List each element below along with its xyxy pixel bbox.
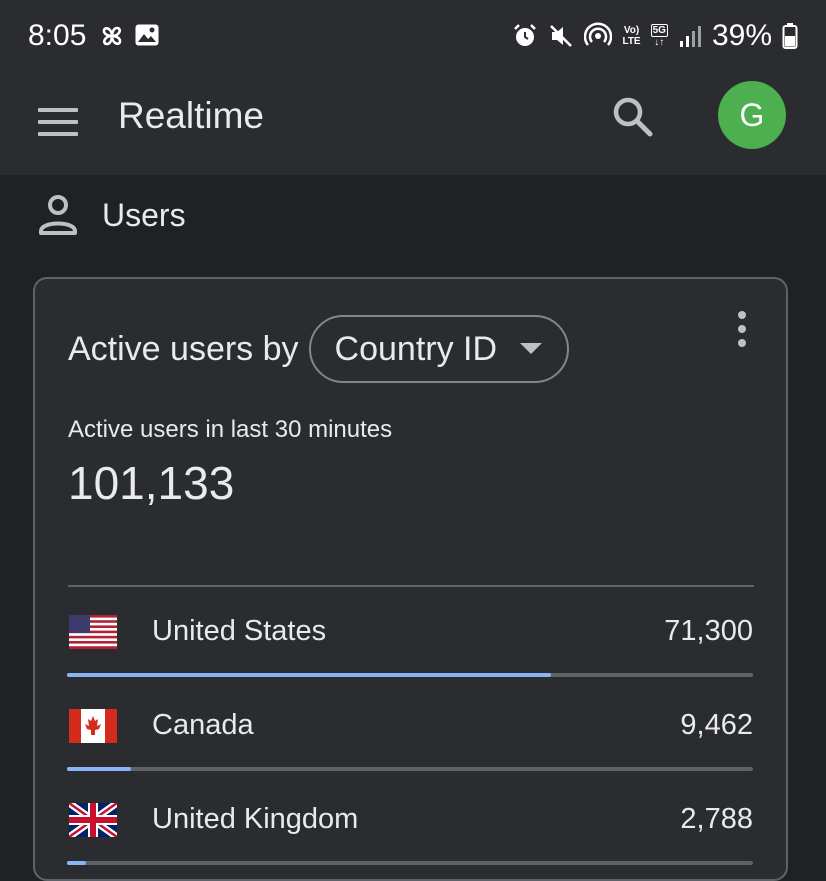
- signal-icon: [679, 26, 701, 47]
- mute-icon: [550, 25, 573, 47]
- country-value: 2,788: [680, 803, 753, 835]
- battery-percent: 39%: [711, 19, 772, 52]
- person-icon: [39, 195, 77, 235]
- volte-label: Vo): [623, 25, 640, 36]
- canada-flag-icon: [69, 709, 117, 743]
- more-options-icon[interactable]: [732, 309, 752, 349]
- status-time: 8:05: [28, 19, 87, 52]
- uk-flag-icon: [69, 803, 117, 837]
- share-bar-fill: [67, 767, 132, 771]
- section-title: Users: [102, 197, 186, 233]
- menu-icon[interactable]: [38, 102, 78, 142]
- status-right-icons: Vo) LTE 5G ↓↑ 39%: [512, 18, 798, 54]
- us-flag-icon: [69, 615, 117, 649]
- caret-down-icon: [520, 343, 543, 354]
- share-bar-fill: [67, 673, 551, 677]
- lte-label: LTE: [622, 36, 641, 47]
- share-bar-track: [67, 673, 753, 677]
- avatar[interactable]: G: [718, 81, 786, 149]
- divider: [68, 585, 754, 587]
- country-row[interactable]: Canada 9,462: [65, 691, 755, 785]
- share-bar-fill: [67, 861, 87, 865]
- status-bar: 8:05 Vo) LTE 5G ↓↑ 39%: [0, 0, 826, 72]
- section-header: Users: [38, 193, 186, 237]
- dimension-dropdown[interactable]: Country ID: [308, 315, 570, 383]
- country-name: Canada: [152, 709, 254, 741]
- country-row[interactable]: United States 71,300: [65, 597, 755, 691]
- card-heading: Active users by Country ID: [68, 315, 570, 383]
- alarm-icon: [514, 24, 537, 46]
- country-value: 71,300: [664, 615, 753, 647]
- data-arrows-icon: ↓↑: [654, 37, 665, 48]
- country-name: United Kingdom: [152, 803, 359, 835]
- country-row[interactable]: United Kingdom 2,788: [65, 785, 755, 879]
- card-heading-label: Active users by: [68, 330, 299, 368]
- share-bar-track: [67, 767, 753, 771]
- share-bar-track: [67, 861, 753, 865]
- country-name: United States: [152, 615, 327, 647]
- status-left-icons: [98, 22, 160, 50]
- 5g-label: 5G: [650, 24, 668, 37]
- metric-value: 101,133: [68, 457, 235, 509]
- country-value: 9,462: [680, 709, 753, 741]
- dimension-dropdown-value: Country ID: [334, 330, 498, 368]
- battery-icon: [782, 23, 798, 49]
- active-users-card: Active users by Country ID Active users …: [33, 277, 788, 881]
- search-icon[interactable]: [610, 94, 654, 138]
- page-title: Realtime: [118, 95, 264, 136]
- metric-label: Active users in last 30 minutes: [68, 416, 393, 443]
- pinwheel-icon: [102, 26, 122, 46]
- hotspot-icon: [584, 22, 613, 46]
- volte-indicator: Vo) LTE: [622, 25, 640, 47]
- app-bar: Realtime G: [0, 72, 826, 175]
- 5g-indicator: 5G ↓↑: [650, 24, 668, 48]
- image-icon: [135, 24, 159, 46]
